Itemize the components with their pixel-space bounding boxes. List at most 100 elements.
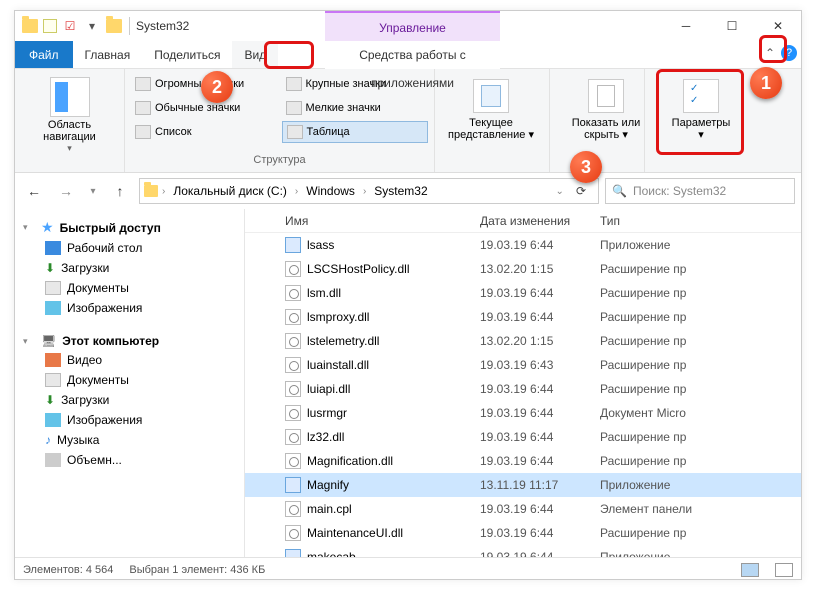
file-icon (285, 501, 301, 517)
refresh-button[interactable]: ⟳ (568, 184, 594, 198)
options-icon (683, 79, 719, 113)
sidebar-item-documents2[interactable]: Документы (19, 370, 240, 390)
window-title: System32 (136, 19, 189, 33)
sidebar-item-desktop[interactable]: Рабочий стол (19, 238, 240, 258)
close-button[interactable]: ✕ (755, 11, 801, 41)
file-icon (285, 285, 301, 301)
table-row[interactable]: lusrmgr19.03.19 6:44Документ Micro (245, 401, 801, 425)
table-row[interactable]: lsm.dll19.03.19 6:44Расширение пр (245, 281, 801, 305)
search-input[interactable]: 🔍 Поиск: System32 (605, 178, 795, 204)
music-icon: ♪ (45, 433, 51, 447)
file-type: Приложение (600, 550, 801, 557)
col-name[interactable]: Имя (245, 214, 480, 228)
show-hide-button[interactable]: Показать или скрыть ▾ (556, 73, 656, 141)
back-button[interactable]: ← (21, 178, 47, 204)
sidebar-item-pictures[interactable]: Изображения (19, 298, 240, 318)
file-date: 19.03.19 6:44 (480, 550, 600, 557)
menubar: Файл Главная Поделиться Вид Средства раб… (15, 41, 801, 69)
layout-group-label: Структура (131, 154, 428, 170)
table-row[interactable]: luiapi.dll19.03.19 6:44Расширение пр (245, 377, 801, 401)
tab-view[interactable]: Вид (232, 41, 278, 68)
forward-button[interactable]: → (53, 178, 79, 204)
ribbon-group-options: Параметры▾ (645, 69, 740, 172)
current-view-button[interactable]: Текущее представление ▾ (441, 73, 541, 141)
sidebar-item-music[interactable]: ♪Музыка (19, 430, 240, 450)
help-icon[interactable]: ? (781, 45, 797, 61)
file-name: lusrmgr (307, 406, 347, 420)
tab-app-tools[interactable]: Средства работы с приложениями (325, 41, 500, 69)
file-icon (285, 309, 301, 325)
sidebar-quick-access[interactable]: ▾★ Быстрый доступ (19, 217, 240, 238)
sidebar-item-3d[interactable]: Объемн... (19, 450, 240, 470)
table-row[interactable]: lsmproxy.dll19.03.19 6:44Расширение пр (245, 305, 801, 329)
file-date: 19.03.19 6:44 (480, 238, 600, 252)
qat-props-icon[interactable] (43, 19, 57, 33)
layout-table[interactable]: Таблица (282, 121, 429, 143)
file-list: Имя Дата изменения Тип lsass 19.03.19 6:4… (245, 209, 801, 557)
file-type: Расширение пр (600, 454, 801, 468)
sidebar-item-downloads[interactable]: ⬇Загрузки (19, 258, 240, 278)
table-row[interactable]: lsass19.03.19 6:44Приложение (245, 233, 801, 257)
contextual-tab-header: Управление (325, 11, 500, 41)
file-type: Расширение пр (600, 286, 801, 300)
table-row[interactable]: main.cpl19.03.19 6:44Элемент панели (245, 497, 801, 521)
marker-1: 1 (750, 67, 782, 99)
recent-dropdown[interactable]: ▾ (85, 178, 101, 204)
file-icon (285, 405, 301, 421)
crumb-1[interactable]: Windows (302, 184, 359, 198)
table-row[interactable]: Magnification.dll19.03.19 6:44Расширение… (245, 449, 801, 473)
explorer-window: ☑ ▾ System32 Управление ─ ☐ ✕ Файл Главн… (14, 10, 802, 580)
download-icon: ⬇ (45, 261, 55, 275)
layout-medium[interactable]: Обычные значки (131, 97, 278, 119)
crumb-2[interactable]: System32 (370, 184, 431, 198)
file-type: Элемент панели (600, 502, 801, 516)
layout-list[interactable]: Список (131, 121, 278, 143)
file-name: lsass (307, 238, 334, 252)
tab-file[interactable]: Файл (15, 41, 73, 68)
file-name: lz32.dll (307, 430, 344, 444)
col-type[interactable]: Тип (600, 214, 801, 228)
table-row[interactable]: Magnify13.11.19 11:17Приложение (245, 473, 801, 497)
file-date: 19.03.19 6:44 (480, 430, 600, 444)
view-details-button[interactable] (741, 563, 759, 577)
sidebar-this-pc[interactable]: ▾🖥 Этот компьютер (19, 332, 240, 350)
qat-dropdown-icon[interactable]: ▾ (83, 17, 101, 35)
table-row[interactable]: LSCSHostPolicy.dll13.02.20 1:15Расширени… (245, 257, 801, 281)
file-icon (285, 549, 301, 557)
minimize-button[interactable]: ─ (663, 11, 709, 41)
file-date: 19.03.19 6:44 (480, 526, 600, 540)
tab-home[interactable]: Главная (73, 41, 143, 68)
file-name: MaintenanceUI.dll (307, 526, 403, 540)
crumb-0[interactable]: Локальный диск (C:) (169, 184, 291, 198)
tab-share[interactable]: Поделиться (142, 41, 232, 68)
sidebar-item-videos[interactable]: Видео (19, 350, 240, 370)
layout-small[interactable]: Мелкие значки (282, 97, 429, 119)
file-type: Расширение пр (600, 262, 801, 276)
sidebar-item-pictures2[interactable]: Изображения (19, 410, 240, 430)
col-date[interactable]: Дата изменения (480, 214, 600, 228)
table-row[interactable]: luainstall.dll19.03.19 6:43Расширение пр (245, 353, 801, 377)
breadcrumb[interactable]: › Локальный диск (C:)› Windows› System32… (139, 178, 599, 204)
table-row[interactable]: MaintenanceUI.dll19.03.19 6:44Расширение… (245, 521, 801, 545)
folder-app-icon (21, 17, 39, 35)
file-icon (285, 477, 301, 493)
address-bar: ← → ▾ ↑ › Локальный диск (C:)› Windows› … (15, 173, 801, 209)
show-hide-icon (588, 79, 624, 113)
table-row[interactable]: lz32.dll19.03.19 6:44Расширение пр (245, 425, 801, 449)
qat-check-icon[interactable]: ☑ (61, 17, 79, 35)
view-icons-button[interactable] (775, 563, 793, 577)
star-icon: ★ (41, 219, 54, 236)
sidebar-item-documents[interactable]: Документы (19, 278, 240, 298)
table-row[interactable]: makecab19.03.19 6:44Приложение (245, 545, 801, 557)
file-date: 19.03.19 6:44 (480, 382, 600, 396)
path-dropdown-icon[interactable]: ⌄ (556, 186, 564, 197)
navigation-pane-button[interactable]: Область навигации (21, 119, 118, 143)
table-row[interactable]: lstelemetry.dll13.02.20 1:15Расширение п… (245, 329, 801, 353)
maximize-button[interactable]: ☐ (709, 11, 755, 41)
sidebar-item-downloads2[interactable]: ⬇Загрузки (19, 390, 240, 410)
up-button[interactable]: ↑ (107, 178, 133, 204)
file-type: Расширение пр (600, 334, 801, 348)
options-button[interactable]: Параметры▾ (651, 73, 751, 141)
collapse-ribbon-icon[interactable]: ⌃ (765, 46, 775, 60)
titlebar: ☑ ▾ System32 Управление ─ ☐ ✕ (15, 11, 801, 41)
